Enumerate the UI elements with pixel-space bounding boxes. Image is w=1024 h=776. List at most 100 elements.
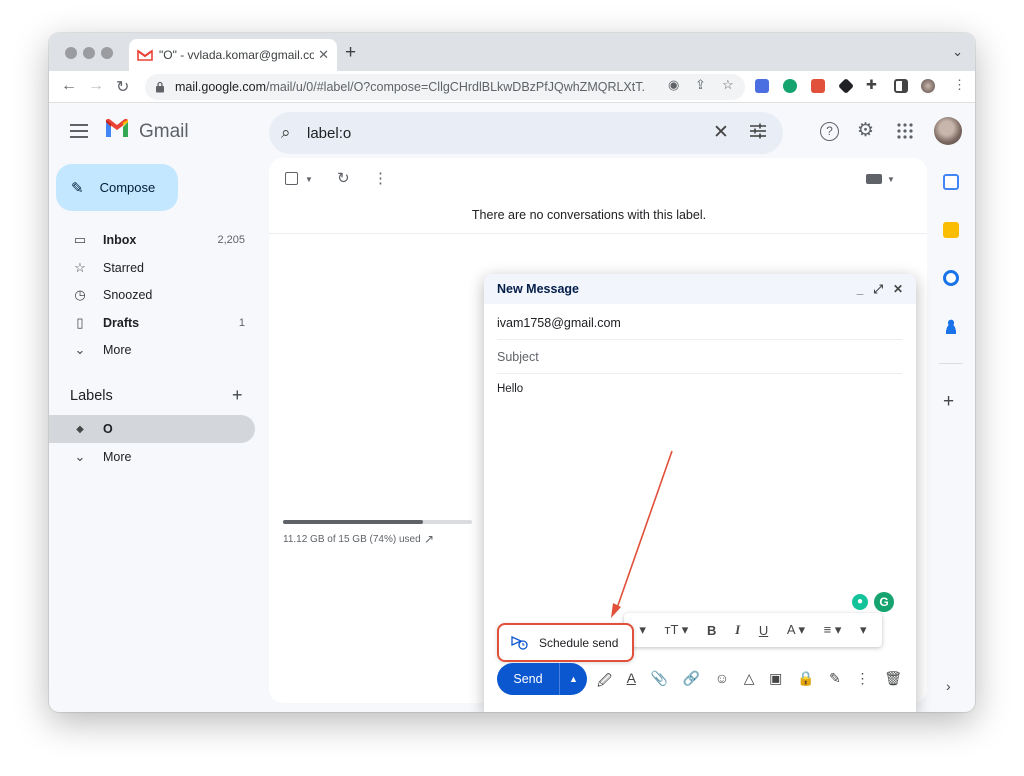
grammarly-icon[interactable]: G bbox=[874, 592, 894, 612]
select-all-checkbox[interactable] bbox=[285, 172, 298, 185]
tab-search-icon[interactable]: ⌄ bbox=[952, 44, 963, 60]
clock-icon: ◷ bbox=[74, 287, 86, 302]
sidebar-item-inbox[interactable]: ▭ Inbox 2,205 bbox=[49, 226, 255, 254]
sidebar-item-label: Drafts bbox=[103, 316, 140, 330]
underline-icon[interactable]: U bbox=[759, 623, 768, 638]
side-panel-icon[interactable] bbox=[894, 79, 908, 93]
select-menu-chevron-icon[interactable]: ▼ bbox=[305, 175, 313, 184]
compose-label: Compose bbox=[99, 180, 156, 195]
send-options-button[interactable]: ▲ bbox=[559, 663, 587, 695]
signature-icon[interactable]: 🖉 bbox=[597, 670, 612, 694]
profile-avatar[interactable] bbox=[921, 79, 935, 93]
input-tools-chevron-icon[interactable]: ▼ bbox=[887, 175, 895, 184]
storage-meter-fill bbox=[283, 520, 423, 524]
search-options-icon[interactable] bbox=[749, 123, 767, 139]
gmail-header: Gmail ⌕ label:o ✕ ? ⚙ bbox=[49, 104, 975, 160]
compose-button[interactable]: ✎ Compose bbox=[56, 164, 178, 211]
formatting-options-icon[interactable]: A bbox=[627, 670, 636, 694]
full-screen-icon[interactable]: ⤢ bbox=[873, 282, 883, 297]
reload-icon[interactable]: ↻ bbox=[116, 77, 129, 97]
puzzle-icon[interactable]: ✚ bbox=[866, 77, 877, 93]
open-storage-icon[interactable]: ↗ bbox=[424, 532, 434, 546]
new-tab-button[interactable]: + bbox=[345, 42, 356, 64]
font-menu-icon[interactable]: ▾ bbox=[639, 622, 646, 638]
sidebar-item-snoozed[interactable]: ◷ Snoozed bbox=[49, 281, 255, 309]
google-drive-icon[interactable]: △ bbox=[744, 670, 755, 694]
grammarly-suggestion-icon[interactable]: ● bbox=[852, 594, 868, 610]
gmail-favicon-icon bbox=[137, 49, 153, 61]
tab-strip: "O" - vvlada.komar@gmail.com ✕ + ⌄ bbox=[49, 33, 975, 71]
account-avatar[interactable] bbox=[934, 117, 962, 145]
search-bar[interactable]: ⌕ label:o ✕ bbox=[269, 112, 783, 154]
share-icon[interactable]: ⇪ bbox=[695, 77, 706, 93]
storage-meter bbox=[283, 520, 472, 524]
sidebar-item-labels-more[interactable]: ⌄ More bbox=[49, 443, 255, 471]
send-button[interactable]: Send bbox=[497, 663, 559, 695]
tab-close-icon[interactable]: ✕ bbox=[318, 47, 329, 63]
search-icon[interactable]: ⌕ bbox=[281, 123, 291, 143]
get-addons-button[interactable]: + bbox=[943, 391, 954, 413]
browser-tab[interactable]: "O" - vvlada.komar@gmail.com ✕ bbox=[129, 39, 337, 71]
confidential-mode-icon[interactable]: 🔒 bbox=[797, 670, 814, 694]
forward-icon[interactable]: → bbox=[88, 77, 104, 95]
more-options-icon[interactable]: ⋮ bbox=[373, 169, 388, 187]
insert-signature-icon[interactable]: ✎ bbox=[829, 670, 841, 694]
keyboard-icon[interactable] bbox=[866, 174, 882, 184]
google-apps-icon[interactable] bbox=[897, 123, 913, 139]
url-path: /mail/u/0/#label/O?compose=CllgCHrdlBLkw… bbox=[266, 80, 645, 94]
more-formatting-icon[interactable]: ▾ bbox=[860, 622, 867, 638]
text-color-icon[interactable]: A ▾ bbox=[787, 622, 805, 638]
gmail-logo-icon bbox=[106, 118, 128, 137]
search-clear-icon[interactable]: ✕ bbox=[713, 121, 729, 144]
browser-menu-icon[interactable]: ⋮ bbox=[953, 77, 966, 93]
sidebar-item-more[interactable]: ⌄ More bbox=[49, 336, 255, 364]
address-bar[interactable]: mail.google.com/mail/u/0/#label/O?compos… bbox=[145, 74, 745, 100]
keep-icon[interactable] bbox=[943, 222, 959, 238]
attach-file-icon[interactable]: 📎 bbox=[651, 670, 668, 694]
search-input[interactable]: label:o bbox=[307, 125, 351, 142]
eye-icon[interactable]: ◉ bbox=[668, 77, 679, 93]
bold-icon[interactable]: B bbox=[707, 623, 716, 638]
bookmark-star-icon[interactable]: ☆ bbox=[722, 77, 734, 93]
more-options-icon[interactable]: ⋮ bbox=[856, 670, 870, 694]
refresh-icon[interactable]: ↻ bbox=[337, 169, 350, 187]
subject-field[interactable]: Subject bbox=[497, 340, 902, 374]
window-maximize-dot[interactable] bbox=[101, 47, 113, 59]
extension-icon[interactable] bbox=[838, 78, 854, 94]
back-icon[interactable]: ← bbox=[61, 77, 77, 95]
sidebar-item-label: Snoozed bbox=[103, 288, 153, 302]
labels-heading: Labels bbox=[70, 388, 113, 404]
grammarly-extension-icon[interactable] bbox=[783, 79, 797, 93]
help-icon[interactable]: ? bbox=[820, 122, 839, 141]
close-icon[interactable]: ✕ bbox=[893, 282, 903, 296]
italic-icon[interactable]: I bbox=[735, 622, 740, 638]
schedule-send-menu-item[interactable]: Schedule send bbox=[497, 623, 634, 662]
sidebar-item-label-o[interactable]: ◆ O bbox=[49, 415, 255, 443]
font-size-icon[interactable]: тT ▾ bbox=[665, 622, 689, 638]
calendar-icon[interactable] bbox=[943, 174, 959, 190]
translate-extension-icon[interactable] bbox=[755, 79, 769, 93]
browser-window: "O" - vvlada.komar@gmail.com ✕ + ⌄ ← → ↻… bbox=[49, 33, 975, 712]
shield-extension-icon[interactable] bbox=[811, 79, 825, 93]
window-minimize-dot[interactable] bbox=[83, 47, 95, 59]
emoji-icon[interactable]: ☺ bbox=[715, 670, 729, 694]
main-menu-icon[interactable] bbox=[70, 124, 88, 138]
discard-draft-icon[interactable]: 🗑 bbox=[884, 670, 902, 694]
settings-gear-icon[interactable]: ⚙ bbox=[857, 119, 874, 142]
label-icon: ◆ bbox=[76, 423, 84, 435]
sidebar-item-starred[interactable]: ☆ Starred bbox=[49, 254, 255, 282]
compose-dialog-header[interactable]: New Message _ ⤢ ✕ bbox=[484, 274, 916, 304]
align-icon[interactable]: ≡ ▾ bbox=[824, 622, 842, 638]
sidebar-item-drafts[interactable]: ▯ Drafts 1 bbox=[49, 309, 255, 337]
insert-link-icon[interactable]: 🔗 bbox=[683, 670, 700, 694]
show-side-panel-icon[interactable]: › bbox=[946, 678, 951, 694]
to-field[interactable]: ivam1758@gmail.com bbox=[497, 306, 902, 340]
minimize-icon[interactable]: _ bbox=[857, 282, 864, 296]
insert-photo-icon[interactable]: ▣ bbox=[769, 670, 782, 694]
window-close-dot[interactable] bbox=[65, 47, 77, 59]
compose-bottom-toolbar: 🖉 A 📎 🔗 ☺ △ ▣ 🔒 ✎ ⋮ 🗑 bbox=[597, 670, 902, 694]
contacts-icon[interactable] bbox=[943, 318, 959, 334]
tasks-icon[interactable] bbox=[943, 270, 959, 286]
message-body[interactable]: Hello bbox=[497, 383, 523, 395]
add-label-button[interactable]: + bbox=[232, 385, 243, 406]
